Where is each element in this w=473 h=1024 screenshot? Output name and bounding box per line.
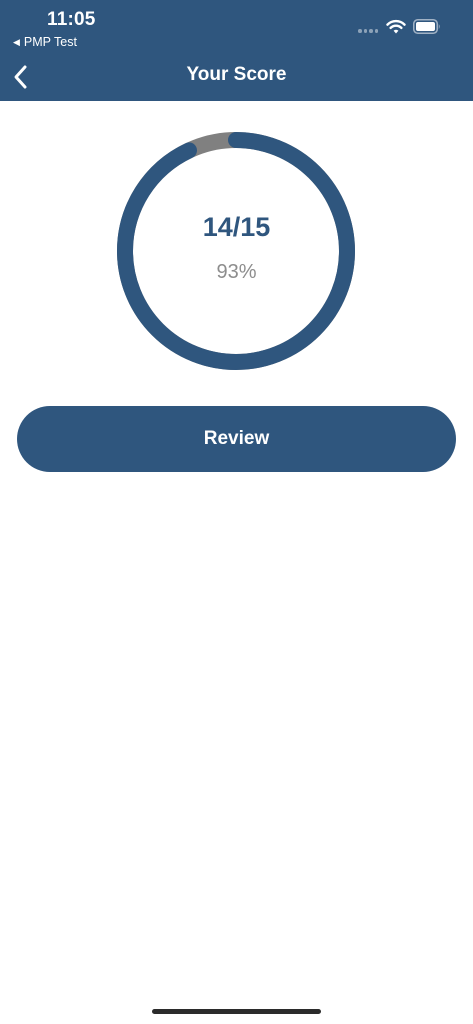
status-time: 11:05 [47, 9, 96, 30]
ring-progress [117, 132, 355, 370]
review-button[interactable]: Review [17, 406, 456, 472]
signal-dots-icon [358, 29, 378, 33]
back-triangle-icon: ◀ [13, 36, 20, 47]
home-indicator [152, 1009, 321, 1014]
back-to-app-link[interactable]: ◀ PMP Test [13, 35, 77, 49]
back-app-label: PMP Test [23, 35, 77, 49]
score-ring [117, 132, 355, 370]
wifi-icon [386, 19, 406, 34]
app-header: 11:05 ◀ PMP Test Your Score [0, 0, 473, 101]
battery-icon [413, 19, 440, 34]
page-title: Your Score [186, 64, 287, 85]
score-fraction: 14/15 [202, 212, 271, 242]
score-percent: 93% [216, 261, 257, 283]
review-button-label: Review [203, 428, 270, 449]
